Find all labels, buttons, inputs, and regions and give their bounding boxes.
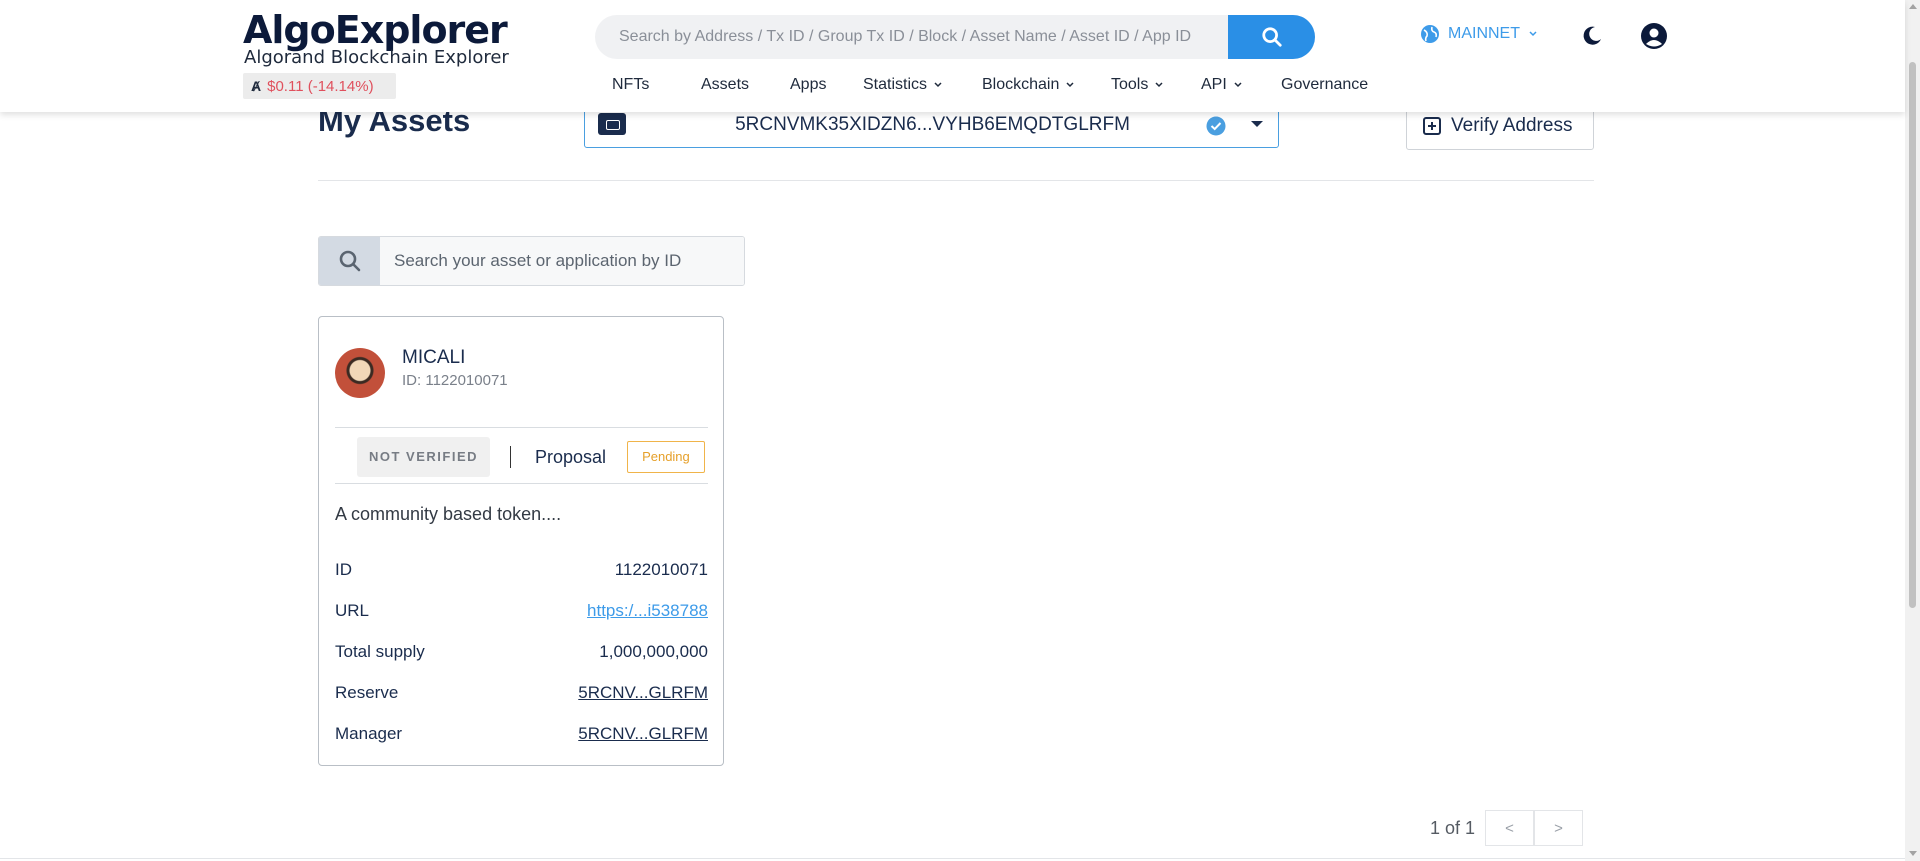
nav-label: Blockchain — [982, 76, 1060, 93]
global-search — [595, 15, 1315, 59]
asset-status-row: NOT VERIFIED Proposal Pending — [357, 437, 705, 477]
asset-search-input[interactable] — [380, 237, 744, 285]
nav-blockchain[interactable]: Blockchain — [982, 76, 1111, 94]
chevron-down-icon — [1234, 82, 1242, 88]
network-label: MAINNET — [1448, 25, 1520, 42]
logo[interactable]: AlgoExplorer — [243, 8, 508, 52]
scroll-up-arrow-icon[interactable] — [1909, 4, 1917, 9]
main-nav: NFTs Assets Apps Statistics Blockchain T… — [612, 76, 1368, 94]
moon-icon — [1583, 26, 1601, 45]
nav-assets[interactable]: Assets — [701, 76, 790, 94]
asset-card[interactable]: MICALI ID: 1122010071 NOT VERIFIED Propo… — [318, 316, 724, 766]
next-page-button[interactable]: > — [1534, 810, 1584, 846]
scroll-down-arrow-icon[interactable] — [1909, 851, 1917, 856]
asset-row-manager: Manager 5RCNV...GLRFM — [335, 724, 708, 744]
row-label: Manager — [335, 724, 403, 743]
asset-avatar — [335, 348, 385, 398]
algo-icon: Ⱥ — [251, 78, 262, 94]
page-scrollbar[interactable] — [1905, 0, 1920, 861]
nav-governance[interactable]: Governance — [1281, 76, 1368, 94]
divider — [335, 427, 708, 428]
network-selector[interactable]: MAINNET — [1420, 24, 1538, 44]
algo-price-badge: Ⱥ $0.11 (-14.14%) — [243, 73, 396, 99]
verified-check-icon — [1206, 116, 1226, 136]
nav-api[interactable]: API — [1201, 76, 1281, 94]
pagination: 1 of 1 < > — [1430, 810, 1584, 846]
row-label: Total supply — [335, 642, 425, 661]
caret-down-icon — [1251, 121, 1263, 127]
chevron-down-icon — [1066, 82, 1074, 88]
nav-apps[interactable]: Apps — [790, 76, 863, 94]
asset-id-subtitle: ID: 1122010071 — [402, 372, 508, 389]
divider — [335, 483, 708, 484]
user-icon — [1641, 23, 1667, 49]
row-value: 1122010071 — [614, 560, 708, 579]
chevron-down-icon — [1529, 31, 1537, 37]
verification-badge: NOT VERIFIED — [357, 437, 491, 477]
asset-row-url: URL https:/...i538788 — [335, 601, 708, 621]
row-label: Reserve — [335, 683, 399, 702]
asset-row-total-supply: Total supply 1,000,000,000 — [335, 642, 708, 662]
separator — [510, 446, 512, 468]
search-icon — [339, 250, 360, 272]
row-value: 1,000,000,000 — [599, 642, 708, 661]
chevron-down-icon — [1155, 82, 1163, 88]
plus-square-icon — [1423, 117, 1441, 135]
asset-row-reserve: Reserve 5RCNV...GLRFM — [335, 683, 708, 703]
nav-label: Assets — [701, 76, 750, 93]
row-label: ID — [335, 560, 352, 579]
divider — [0, 858, 1905, 859]
scrollbar-thumb[interactable] — [1909, 62, 1916, 608]
nav-label: Tools — [1111, 76, 1149, 93]
asset-description: A community based token.... — [335, 504, 562, 524]
account-button[interactable] — [1640, 22, 1668, 55]
nav-label: NFTs — [612, 76, 650, 93]
divider — [318, 180, 1594, 181]
asset-name: MICALI — [402, 347, 466, 368]
search-button[interactable] — [1228, 15, 1315, 59]
reserve-address-link[interactable]: 5RCNV...GLRFM — [578, 683, 708, 703]
nav-statistics[interactable]: Statistics — [863, 76, 982, 94]
nav-nfts[interactable]: NFTs — [612, 76, 701, 94]
global-search-input[interactable] — [595, 15, 1228, 59]
page-count: 1 of 1 — [1430, 817, 1476, 838]
prev-page-button[interactable]: < — [1485, 810, 1535, 846]
chevron-down-icon — [934, 82, 942, 88]
selected-address: 5RCNVMK35XIDZN6...VYHB6EMQDTGLRFM — [735, 114, 1130, 135]
row-label: URL — [335, 601, 370, 620]
dark-mode-toggle[interactable] — [1580, 24, 1604, 53]
nav-label: Apps — [790, 76, 827, 93]
proposal-label: Proposal — [535, 446, 607, 467]
nav-label: Governance — [1281, 76, 1369, 93]
nav-label: Statistics — [863, 76, 928, 93]
asset-search-button[interactable] — [319, 237, 380, 285]
asset-search — [318, 236, 745, 286]
globe-icon — [1421, 25, 1439, 43]
nav-label: API — [1201, 76, 1227, 93]
top-header: AlgoExplorer Algorand Blockchain Explore… — [0, 0, 1905, 112]
nav-tools[interactable]: Tools — [1111, 76, 1201, 94]
verify-address-label: Verify Address — [1451, 115, 1573, 136]
tagline: Algorand Blockchain Explorer — [244, 47, 509, 68]
proposal-status-badge: Pending — [627, 441, 705, 473]
search-icon — [1261, 27, 1282, 47]
asset-row-id: ID 1122010071 — [335, 560, 708, 580]
manager-address-link[interactable]: 5RCNV...GLRFM — [578, 724, 708, 744]
algo-price: $0.11 (-14.14%) — [267, 77, 374, 95]
asset-url-link[interactable]: https:/...i538788 — [587, 601, 708, 621]
